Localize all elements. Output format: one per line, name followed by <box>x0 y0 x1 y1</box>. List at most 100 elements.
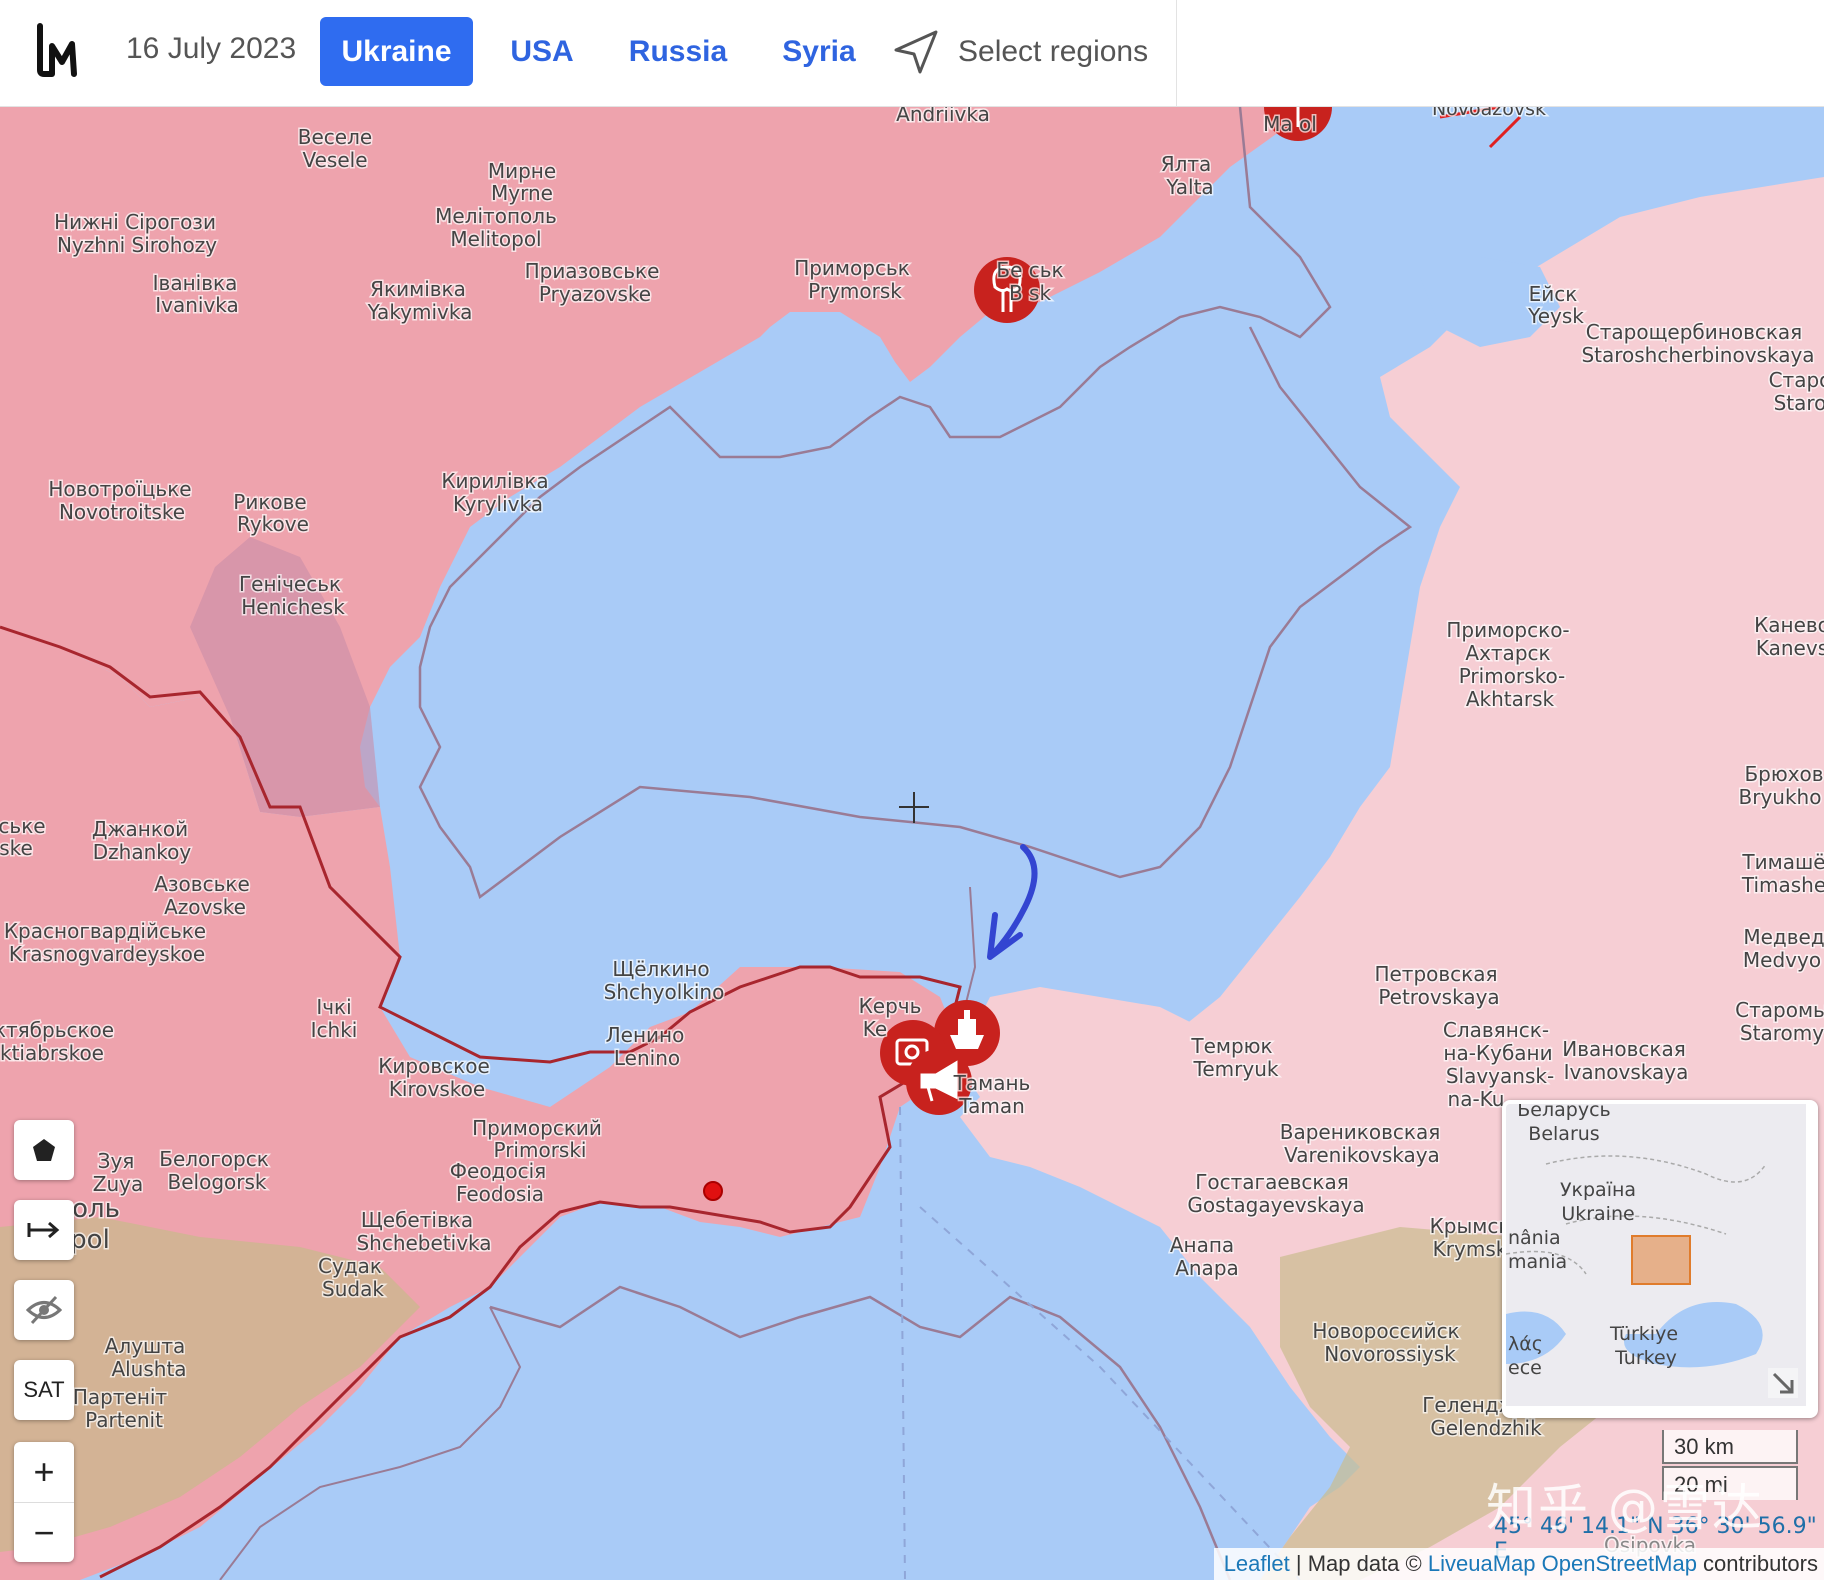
label-henichesk-cy: Генічеськ <box>239 572 341 596</box>
label-zuya-cy: Зуя <box>98 1149 135 1173</box>
label-ske: ske <box>0 836 33 860</box>
label-yalta: Yalta <box>1165 175 1213 199</box>
minimap[interactable]: Беларусь Belarus Україна Ukraine nânia m… <box>1502 1100 1818 1418</box>
label-alushta-cy: Алушта <box>105 1334 186 1358</box>
liveuamap-link[interactable]: LiveuaMap <box>1428 1551 1536 1576</box>
label-sudak-cy: Судак <box>318 1254 382 1278</box>
label-zuya: Zuya <box>93 1172 143 1196</box>
label-lenino: Lenino <box>614 1046 680 1070</box>
label-mariupol: Ma ol <box>1263 112 1317 136</box>
draw-polygon-button[interactable] <box>14 1120 74 1180</box>
label-bryukh: Bryukho <box>1739 785 1822 809</box>
liveuamap-logo[interactable] <box>34 22 84 78</box>
label-kirovske-cy: Кировское <box>378 1054 490 1078</box>
label-berdyansk: B sk <box>1009 281 1051 305</box>
zoom-in-button[interactable]: + <box>14 1442 74 1503</box>
minimap-viewport[interactable] <box>1631 1235 1691 1285</box>
label-andriivka: Andriivka <box>896 107 990 126</box>
tab-ukraine[interactable]: Ukraine <box>320 17 473 86</box>
select-regions-button[interactable]: Select regions <box>892 22 1148 82</box>
label-novoross-cy: Новороссийск <box>1312 1319 1459 1343</box>
label-primakh-cy1: Приморско- <box>1446 618 1569 642</box>
label-timash: Timashe <box>1741 873 1824 897</box>
label-dzhankoy-cy: Джанкой <box>92 817 188 841</box>
label-simf-cy: оль <box>72 1194 120 1224</box>
minimap-belarus: Belarus <box>1528 1123 1599 1145</box>
attribution-mapdata: | Map data © <box>1289 1551 1428 1576</box>
label-pryazovske: Pryazovske <box>539 282 651 306</box>
label-anapa: Anapa <box>1175 1256 1239 1280</box>
label-feodosia-cy: Феодосія <box>450 1159 546 1183</box>
label-primakh-2: Akhtarsk <box>1466 687 1555 711</box>
label-lenino-cy: Ленино <box>606 1023 685 1047</box>
label-kanev: Kanevs <box>1756 636 1824 660</box>
label-staro-cy: Старо <box>1769 368 1824 392</box>
label-belogorsk: Belogorsk <box>168 1170 267 1194</box>
label-staroshch: Staroshcherbinovskaya <box>1581 343 1814 367</box>
label-nyzhni-cy: Нижні Сірогози <box>54 210 216 234</box>
label-melitopol: Melitopol <box>450 227 541 251</box>
scale-km: 30 km <box>1662 1430 1798 1464</box>
osm-link[interactable]: OpenStreetMap <box>1542 1551 1697 1576</box>
label-yeysk: Yeysk <box>1527 304 1584 328</box>
label-vesele-cy: Веселе <box>298 125 372 149</box>
label-berdyansk-cy: Бе ськ <box>996 258 1063 282</box>
minimap-canvas: Беларусь Belarus Україна Ukraine nânia m… <box>1506 1104 1806 1406</box>
zoom-out-button[interactable]: − <box>14 1503 74 1563</box>
label-krasnogv-cy: Красногвардійське <box>4 919 206 943</box>
label-simf: pol <box>70 1225 110 1255</box>
minimap-romania-1: nânia <box>1508 1227 1561 1249</box>
label-anapa-cy: Анапа <box>1170 1233 1234 1257</box>
label-taman-cy: Тамань <box>953 1071 1031 1095</box>
label-petrov: Petrovskaya <box>1378 985 1499 1009</box>
label-alushta: Alushta <box>111 1357 186 1381</box>
label-medved: Medvyo <box>1743 948 1821 972</box>
attribution-contributors: contributors <box>1696 1551 1818 1576</box>
leaflet-link[interactable]: Leaflet <box>1224 1551 1290 1576</box>
tab-usa[interactable]: USA <box>502 17 582 86</box>
label-staro: Staro <box>1774 391 1824 415</box>
minimap-greece-2: ece <box>1508 1357 1542 1379</box>
label-yakymivka-cy: Якимівка <box>370 277 466 301</box>
date-label[interactable]: 16 July 2023 <box>126 32 296 66</box>
tab-syria[interactable]: Syria <box>774 17 864 86</box>
hide-layers-button[interactable] <box>14 1280 74 1340</box>
minimap-collapse-icon[interactable] <box>1768 1368 1798 1398</box>
label-temryuk-cy: Темрюк <box>1190 1034 1272 1058</box>
label-myrne: Myrne <box>491 181 553 205</box>
label-azovske: Azovske <box>164 895 246 919</box>
select-regions-label: Select regions <box>958 35 1149 68</box>
attribution: Leaflet | Map data © LiveuaMap OpenStree… <box>1213 1548 1824 1580</box>
label-oktyabr-cy: ктябрьское <box>0 1018 114 1042</box>
label-partenit: Partenit <box>85 1408 163 1432</box>
label-gelendzhik: Gelendzhik <box>1430 1416 1542 1440</box>
label-shchebet-cy: Щебетівка <box>361 1208 473 1232</box>
zoom-control: + − <box>14 1442 74 1562</box>
label-dzhankoy: Dzhankoy <box>93 840 192 864</box>
label-rykove: Rykove <box>237 512 309 536</box>
minimap-turkey-cy: Türkiye <box>1609 1323 1678 1345</box>
label-belogorsk-cy: Белогорск <box>159 1147 269 1171</box>
measure-button[interactable] <box>14 1200 74 1260</box>
label-henichesk: Henichesk <box>241 595 345 619</box>
label-shchelk-cy: Щёлкино <box>612 957 709 981</box>
label-ichki-cy: Ічкі <box>316 995 351 1019</box>
label-varen: Varenikovskaya <box>1284 1143 1440 1167</box>
minimap-romania-2: mania <box>1508 1251 1567 1273</box>
label-kerch: Ke <box>863 1017 887 1041</box>
tab-russia[interactable]: Russia <box>622 17 734 86</box>
satellite-toggle-button[interactable]: SAT <box>14 1360 74 1420</box>
event-dot[interactable] <box>703 1181 723 1201</box>
topbar-divider <box>1176 0 1177 106</box>
top-bar: 16 July 2023 Ukraine USA Russia Syria Se… <box>0 0 1824 107</box>
label-gostag-cy: Гостагаевская <box>1195 1170 1349 1194</box>
label-slavyansk-cy1: Славянск- <box>1443 1018 1549 1042</box>
label-prymorsk-cy: Приморськ <box>794 256 910 280</box>
label-temryuk: Temryuk <box>1193 1057 1279 1081</box>
label-oktyabr: ktiabrskoe <box>0 1041 104 1065</box>
minimap-greece-1: λάς <box>1508 1333 1543 1355</box>
label-novoazovsk: Novoazovsk <box>1432 107 1546 120</box>
watermark: 知乎 @雪达 <box>1486 1479 1764 1537</box>
label-ivanov-cy: Ивановская <box>1562 1037 1685 1061</box>
label-timash-cy: Тимашё <box>1741 850 1824 874</box>
